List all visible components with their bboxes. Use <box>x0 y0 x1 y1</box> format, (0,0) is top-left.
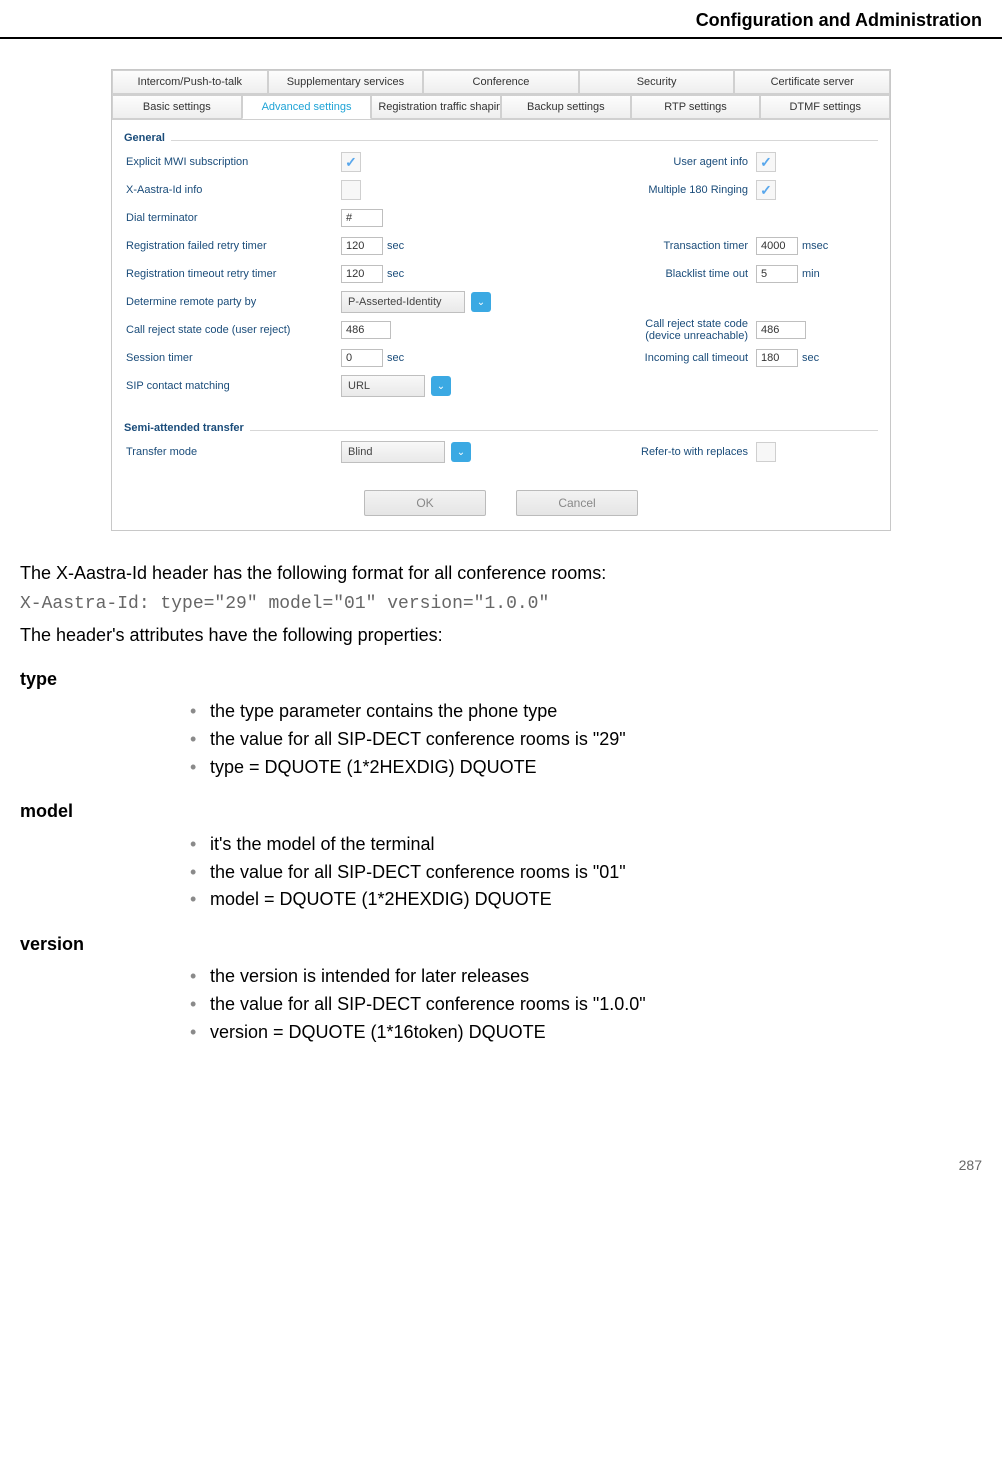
list-item: the value for all SIP-DECT conference ro… <box>190 859 982 887</box>
label-trans-timer: Transaction timer <box>511 240 756 252</box>
label-reject-dev-line1: Call reject state code <box>645 318 748 330</box>
list-item: the version is intended for later releas… <box>190 963 982 991</box>
input-dial-term[interactable] <box>341 209 383 227</box>
chevron-down-icon-2[interactable]: ⌄ <box>431 376 451 396</box>
checkbox-multi-180[interactable]: ✓ <box>756 180 776 200</box>
input-trans-timer[interactable] <box>756 237 798 255</box>
unit-sec: sec <box>387 240 404 252</box>
label-multi-180: Multiple 180 Ringing <box>511 184 756 196</box>
unit-sec-3: sec <box>387 352 404 364</box>
tab-security[interactable]: Security <box>579 70 735 94</box>
label-reject-dev: Call reject state code (device unreachab… <box>511 318 756 342</box>
checkbox-refer-to[interactable]: ✓ <box>756 442 776 462</box>
page-number: 287 <box>0 1077 1002 1193</box>
tab-certificate[interactable]: Certificate server <box>734 70 890 94</box>
list-item: version = DQUOTE (1*16token) DQUOTE <box>190 1019 982 1047</box>
list-model: it's the model of the terminal the value… <box>190 831 982 915</box>
label-refer-to: Refer-to with replaces <box>511 446 756 458</box>
tab-advanced[interactable]: Advanced settings <box>242 95 372 119</box>
label-x-aastra: X-Aastra-Id info <box>126 184 341 196</box>
unit-sec-4: sec <box>802 352 819 364</box>
label-explicit-mwi: Explicit MWI subscription <box>126 156 341 168</box>
settings-panel: Intercom/Push-to-talk Supplementary serv… <box>111 69 891 531</box>
section-rule-2 <box>250 430 878 431</box>
unit-msec: msec <box>802 240 828 252</box>
input-reg-timeout[interactable] <box>341 265 383 283</box>
section-rule <box>171 140 878 141</box>
checkbox-x-aastra[interactable]: ✓ <box>341 180 361 200</box>
label-dial-term: Dial terminator <box>126 212 341 224</box>
section-transfer: Semi-attended transfer <box>112 410 244 438</box>
tab-intercom[interactable]: Intercom/Push-to-talk <box>112 70 268 94</box>
checkbox-user-agent[interactable]: ✓ <box>756 152 776 172</box>
list-item: the value for all SIP-DECT conference ro… <box>190 726 982 754</box>
tab-backup[interactable]: Backup settings <box>501 95 631 119</box>
list-item: model = DQUOTE (1*2HEXDIG) DQUOTE <box>190 886 982 914</box>
label-user-agent: User agent info <box>511 156 756 168</box>
label-determine: Determine remote party by <box>126 296 341 308</box>
input-reject-user[interactable] <box>341 321 391 339</box>
tab-registration-shaping[interactable]: Registration traffic shaping <box>371 95 501 119</box>
label-incoming-timeout: Incoming call timeout <box>511 352 756 364</box>
general-form: Explicit MWI subscription ✓ User agent i… <box>112 148 890 410</box>
label-session-timer: Session timer <box>126 352 341 364</box>
unit-sec-2: sec <box>387 268 404 280</box>
select-sip-contact[interactable]: URL <box>341 375 425 397</box>
document-body: The X-Aastra-Id header has the following… <box>20 561 982 1047</box>
tab-conference[interactable]: Conference <box>423 70 579 94</box>
tab-dtmf[interactable]: DTMF settings <box>760 95 890 119</box>
header-rule <box>0 37 1002 39</box>
label-transfer-mode: Transfer mode <box>126 446 341 458</box>
page-header: Configuration and Administration <box>0 0 1002 37</box>
list-version: the version is intended for later releas… <box>190 963 982 1047</box>
head-type: type <box>20 667 982 692</box>
label-reg-failed: Registration failed retry timer <box>126 240 341 252</box>
list-item: the value for all SIP-DECT conference ro… <box>190 991 982 1019</box>
head-model: model <box>20 799 982 824</box>
input-blacklist[interactable] <box>756 265 798 283</box>
tab-basic[interactable]: Basic settings <box>112 95 242 119</box>
unit-min: min <box>802 268 820 280</box>
head-version: version <box>20 932 982 957</box>
section-general: General <box>112 120 165 148</box>
input-reg-failed[interactable] <box>341 237 383 255</box>
list-item: type = DQUOTE (1*2HEXDIG) DQUOTE <box>190 754 982 782</box>
cancel-button[interactable]: Cancel <box>516 490 638 516</box>
chevron-down-icon[interactable]: ⌄ <box>471 292 491 312</box>
label-reject-dev-line2: (device unreachable) <box>645 330 748 342</box>
select-transfer-mode[interactable]: Blind <box>341 441 445 463</box>
tabs-row-1: Intercom/Push-to-talk Supplementary serv… <box>112 70 890 95</box>
input-incoming-timeout[interactable] <box>756 349 798 367</box>
label-reject-user: Call reject state code (user reject) <box>126 324 341 336</box>
code-line: X-Aastra-Id: type="29" model="01" versio… <box>20 592 982 617</box>
list-item: it's the model of the terminal <box>190 831 982 859</box>
button-row: OK Cancel <box>112 476 890 530</box>
list-type: the type parameter contains the phone ty… <box>190 698 982 782</box>
para-2: The header's attributes have the followi… <box>20 623 982 648</box>
tabs-row-2: Basic settings Advanced settings Registr… <box>112 95 890 120</box>
label-reg-timeout: Registration timeout retry timer <box>126 268 341 280</box>
list-item: the type parameter contains the phone ty… <box>190 698 982 726</box>
label-sip-contact: SIP contact matching <box>126 380 341 392</box>
checkbox-explicit-mwi[interactable]: ✓ <box>341 152 361 172</box>
para-1: The X-Aastra-Id header has the following… <box>20 561 982 586</box>
tab-supplementary[interactable]: Supplementary services <box>268 70 424 94</box>
chevron-down-icon-3[interactable]: ⌄ <box>451 442 471 462</box>
label-blacklist: Blacklist time out <box>511 268 756 280</box>
tab-rtp[interactable]: RTP settings <box>631 95 761 119</box>
transfer-form: Transfer mode Blind ⌄ Refer-to with repla… <box>112 438 890 476</box>
input-reject-dev[interactable] <box>756 321 806 339</box>
input-session-timer[interactable] <box>341 349 383 367</box>
select-determine[interactable]: P-Asserted-Identity <box>341 291 465 313</box>
ok-button[interactable]: OK <box>364 490 486 516</box>
